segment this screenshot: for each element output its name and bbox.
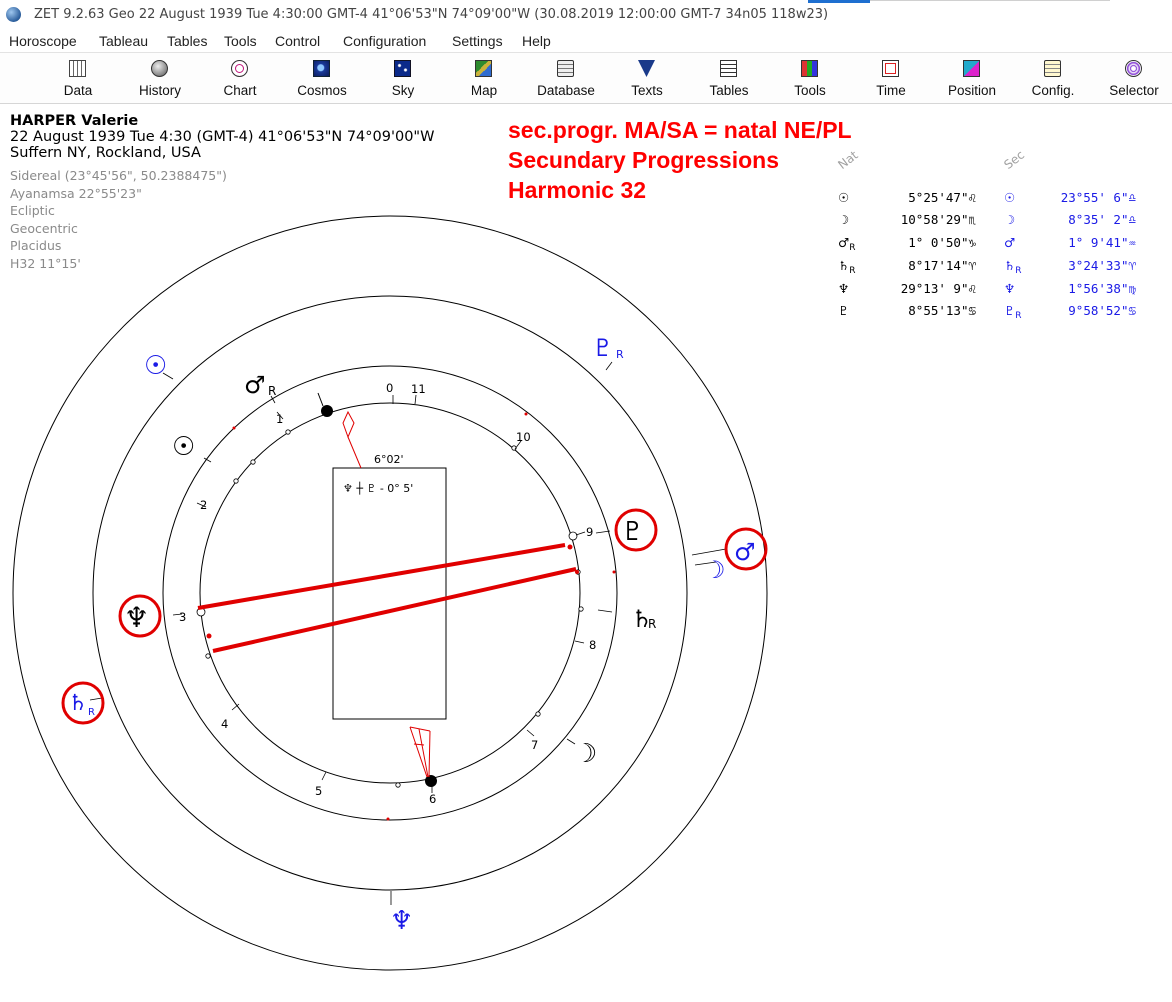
natal-pluto-glyph: ♇ (621, 517, 644, 547)
natal-saturn-symbol: ♄ (838, 258, 850, 273)
natal-moon-icon: ☽ (838, 212, 850, 227)
natal-position: 8°17'14"♈ (908, 258, 976, 273)
axis-tick-top (317, 392, 324, 407)
natal-column-header: Nat (835, 148, 861, 172)
planet-positions-table: Nat Sec ☉ 5°25'47"♌ ☉ 23°55' 6"♎ ☽ 10°58… (835, 147, 1168, 325)
sec-saturn-symbol: ♄ (1004, 258, 1016, 273)
birth-data: 22 August 1939 Tue 4:30 (GMT-4) 41°06'53… (10, 129, 435, 145)
sec-position: 1° 9'41"♒ (1068, 235, 1136, 250)
position-row: ♂R 1° 0'50"♑ ♂ 1° 9'41"♒ (838, 235, 1168, 257)
house-number: 8 (589, 638, 596, 652)
harmonic-setting: H32 11°15' (10, 255, 81, 271)
house-number: 2 (200, 498, 207, 512)
red-pointer-top (342, 410, 362, 469)
house-number: 10 (516, 430, 531, 444)
zodiac-setting: Sidereal (23°45'56", 50.2388475") (10, 168, 227, 183)
sec-pluto-icon: ♇R (1004, 303, 1028, 321)
center-setting: Geocentric (10, 220, 78, 236)
sec-position: 23°55' 6"♎ (1060, 190, 1136, 205)
annotation-line: Secundary Progressions (508, 147, 779, 173)
sec-saturn-glyph: ♄ (68, 691, 88, 716)
sec-pluto-symbol: ♇ (1004, 303, 1016, 318)
natal-neptune-icon: ♆ (838, 281, 850, 296)
natal-mars-symbol: ♂ (838, 235, 850, 250)
natal-sun-icon: ☉ (838, 190, 850, 205)
natal-mars-glyph: ♂ (244, 371, 266, 399)
coordinate-setting: Ecliptic (10, 203, 55, 218)
sec-position: 9°58'52"♋ (1068, 303, 1136, 318)
house-number: 0 (386, 381, 393, 395)
natal-saturn-icon: ♄R (838, 258, 860, 276)
house-number: 5 (315, 784, 322, 798)
retrograde-marker: R (1015, 266, 1022, 276)
sec-mars-glyph: ♂ (734, 538, 756, 566)
sec-saturn-retro: R (88, 707, 95, 718)
house-number: 1 (276, 412, 283, 426)
sec-pluto-glyph: ♇ (592, 334, 614, 362)
chart-annotation: sec.progr. MA/SA = natal NE/PL Secundary… (508, 115, 852, 205)
axis-point-top (321, 405, 333, 417)
natal-neptune-glyph: ♆ (124, 601, 149, 634)
natal-pluto-icon: ♇ (838, 303, 850, 318)
house-number: 6 (429, 792, 436, 806)
natal-sun-glyph: ☉ (172, 432, 195, 462)
natal-position: 29°13' 9"♌ (900, 281, 976, 296)
position-row: ☽ 10°58'29"♏ ☽ 8°35' 2"♎ (838, 212, 1168, 234)
house-number: 11 (411, 382, 426, 396)
natal-position: 1° 0'50"♑ (908, 235, 976, 250)
annotation-line: sec.progr. MA/SA = natal NE/PL (508, 117, 852, 143)
natal-moon-glyph: ☽ (574, 739, 597, 769)
sec-moon-icon: ☽ (1004, 212, 1016, 227)
midpoint-angle: 6°02' (374, 453, 404, 466)
sec-neptune-glyph: ♆ (390, 906, 413, 936)
position-row: ♇ 8°55'13"♋ ♇R 9°58'52"♋ (838, 303, 1168, 325)
ayanamsa-setting: Ayanamsa 22°55'23" (10, 185, 142, 201)
retrograde-marker: R (849, 266, 856, 276)
sec-position: 3°24'33"♈ (1068, 258, 1136, 273)
person-name: HARPER Valerie (10, 113, 139, 129)
sec-mars-icon: ♂ (1004, 235, 1016, 250)
midpoint-box (332, 467, 447, 720)
position-row: ♆ 29°13' 9"♌ ♆ 1°56'38"♍ (838, 281, 1168, 303)
horoscope-info-panel: HARPER Valerie 22 August 1939 Tue 4:30 (… (10, 113, 434, 272)
natal-position: 8°55'13"♋ (908, 303, 976, 318)
house-number: 4 (221, 717, 228, 731)
house-system-setting: Placidus (10, 238, 62, 253)
sec-neptune-icon: ♆ (1004, 281, 1016, 296)
sec-pluto-retro: R (616, 348, 624, 361)
sec-sun-glyph: ☉ (144, 351, 167, 381)
retrograde-marker: R (1015, 311, 1022, 321)
natal-saturn-retro: R (648, 617, 656, 631)
position-row: ♄R 8°17'14"♈ ♄R 3°24'33"♈ (838, 258, 1168, 280)
birth-place: Suffern NY, Rockland, USA (10, 145, 201, 161)
house-number: 9 (586, 525, 593, 539)
natal-mars-retro: R (268, 384, 276, 398)
sec-saturn-icon: ♄R (1004, 258, 1028, 276)
house-number: 3 (179, 610, 186, 624)
retrograde-marker: R (849, 243, 856, 253)
house-number: 7 (531, 738, 538, 752)
natal-position: 10°58'29"♏ (900, 212, 976, 227)
sec-sun-icon: ☉ (1004, 190, 1016, 205)
annotation-line: Harmonic 32 (508, 177, 647, 203)
natal-position: 5°25'47"♌ (908, 190, 976, 205)
secondary-column-header: Sec (1001, 147, 1028, 172)
red-pointer-bottom (409, 726, 431, 778)
sec-moon-glyph: ☽ (704, 556, 726, 584)
midpoint-aspect: ♆ ┼ ♇ - 0° 5' (343, 481, 413, 495)
sec-position: 1°56'38"♍ (1068, 281, 1136, 296)
sec-position: 8°35' 2"♎ (1068, 212, 1136, 227)
position-row: ☉ 5°25'47"♌ ☉ 23°55' 6"♎ (838, 190, 1168, 212)
natal-mars-icon: ♂R (838, 235, 860, 253)
